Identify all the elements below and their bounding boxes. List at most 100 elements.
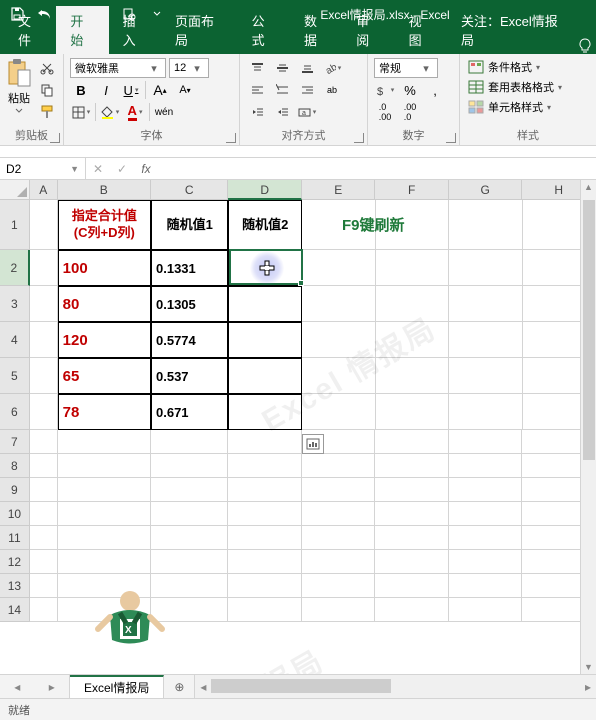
tab-insert[interactable]: 插入 xyxy=(109,6,161,54)
row-header[interactable]: 7 xyxy=(0,430,30,454)
cancel-formula-icon[interactable]: ✕ xyxy=(86,162,110,176)
cell-E[interactable] xyxy=(302,478,376,502)
cell-F[interactable] xyxy=(376,250,450,286)
cell-C[interactable] xyxy=(151,502,228,526)
align-right-icon[interactable] xyxy=(296,80,318,100)
increase-decimal-icon[interactable]: .0.00 xyxy=(374,102,396,122)
cell-E[interactable] xyxy=(302,550,376,574)
cell-F[interactable] xyxy=(376,358,450,394)
align-middle-icon[interactable] xyxy=(271,58,293,78)
cut-icon[interactable] xyxy=(36,58,58,78)
cell-F[interactable] xyxy=(376,286,450,322)
borders-button[interactable]: ▾ xyxy=(70,102,92,122)
vertical-scrollbar[interactable]: ▲ ▼ xyxy=(580,180,596,674)
cell-B[interactable] xyxy=(58,526,151,550)
cell-A[interactable] xyxy=(30,394,58,430)
cell-A[interactable] xyxy=(30,550,58,574)
cell-A[interactable] xyxy=(30,250,58,286)
paste-button[interactable]: 粘贴 xyxy=(6,58,32,113)
column-header-D[interactable]: D xyxy=(228,180,302,200)
cell-F[interactable] xyxy=(375,550,449,574)
cell-B[interactable] xyxy=(58,502,151,526)
cell-E[interactable] xyxy=(302,250,376,286)
cell-G[interactable] xyxy=(449,286,523,322)
copy-icon[interactable] xyxy=(36,80,58,100)
bold-button[interactable]: B xyxy=(70,80,92,100)
cell-B[interactable]: 120 xyxy=(58,322,151,358)
cell-A[interactable] xyxy=(30,286,58,322)
cell-D[interactable] xyxy=(228,526,302,550)
column-header-F[interactable]: F xyxy=(375,180,449,200)
cell-D[interactable] xyxy=(228,478,302,502)
cell-G[interactable] xyxy=(449,502,523,526)
cell-A[interactable] xyxy=(30,200,58,250)
row-header[interactable]: 9 xyxy=(0,478,30,502)
phonetic-button[interactable]: wén xyxy=(153,102,175,122)
cell-D[interactable] xyxy=(228,550,302,574)
cell-E[interactable]: F9键刷新 xyxy=(302,200,376,250)
cell-C[interactable]: 0.1305 xyxy=(151,286,228,322)
sheet-tab-active[interactable]: Excel情报局 xyxy=(70,675,164,698)
cell-G[interactable] xyxy=(449,574,523,598)
font-name-combo[interactable]: 微软雅黑▾ xyxy=(70,58,166,78)
decrease-decimal-icon[interactable]: .00.0 xyxy=(399,102,421,122)
horizontal-scroll-thumb[interactable] xyxy=(211,679,391,693)
cell-G[interactable] xyxy=(449,200,523,250)
fx-icon[interactable]: fx xyxy=(134,162,158,176)
shrink-font-button[interactable]: A▾ xyxy=(174,80,196,100)
cell-F[interactable] xyxy=(375,526,449,550)
cell-D[interactable] xyxy=(228,454,302,478)
wrap-text-button[interactable]: ab xyxy=(321,80,343,100)
row-header[interactable]: 1 xyxy=(0,200,30,250)
font-size-combo[interactable]: 12▾ xyxy=(169,58,209,78)
row-header[interactable]: 6 xyxy=(0,394,30,430)
format-painter-icon[interactable] xyxy=(36,102,58,122)
cell-D[interactable] xyxy=(228,598,302,622)
column-header-G[interactable]: G xyxy=(449,180,523,200)
cell-E[interactable] xyxy=(302,286,376,322)
cell-F[interactable] xyxy=(376,394,450,430)
cell-C[interactable] xyxy=(151,454,228,478)
cell-G[interactable] xyxy=(449,526,523,550)
tab-file[interactable]: 文件 xyxy=(4,6,56,54)
row-header[interactable]: 13 xyxy=(0,574,30,598)
enter-formula-icon[interactable]: ✓ xyxy=(110,162,134,176)
row-header[interactable]: 12 xyxy=(0,550,30,574)
select-all-button[interactable] xyxy=(0,180,30,200)
alignment-launcher-icon[interactable] xyxy=(354,133,364,143)
cell-C[interactable]: 0.537 xyxy=(151,358,228,394)
accounting-format-icon[interactable]: $▾ xyxy=(374,80,396,100)
cell-A[interactable] xyxy=(30,526,58,550)
cell-G[interactable] xyxy=(449,598,523,622)
cell-F[interactable] xyxy=(375,574,449,598)
tab-view[interactable]: 视图 xyxy=(395,6,447,54)
cell-A[interactable] xyxy=(30,454,58,478)
cell-E[interactable] xyxy=(302,598,376,622)
cell-styles-button[interactable]: 单元格样式 ▾ xyxy=(466,98,553,116)
cell-C[interactable]: 0.1331 xyxy=(151,250,228,286)
percent-format-icon[interactable]: % xyxy=(399,80,421,100)
cell-B[interactable] xyxy=(58,550,151,574)
cell-C[interactable] xyxy=(151,478,228,502)
tab-follow[interactable]: 关注：Excel情报局 xyxy=(447,6,574,54)
row-header[interactable]: 3 xyxy=(0,286,30,322)
cell-E[interactable] xyxy=(302,574,376,598)
cell-C[interactable] xyxy=(151,550,228,574)
horizontal-scrollbar[interactable]: ◂ ▸ xyxy=(194,675,596,698)
cell-E[interactable] xyxy=(302,526,376,550)
cell-C[interactable]: 随机值1 xyxy=(151,200,228,250)
tab-home[interactable]: 开始 xyxy=(56,6,108,54)
cell-B[interactable] xyxy=(58,454,151,478)
orientation-icon[interactable]: ab▾ xyxy=(321,58,343,78)
merge-center-button[interactable]: a▾ xyxy=(296,102,318,122)
cell-F[interactable] xyxy=(376,322,450,358)
clipboard-launcher-icon[interactable] xyxy=(50,133,60,143)
cell-D[interactable] xyxy=(228,286,302,322)
number-launcher-icon[interactable] xyxy=(446,133,456,143)
cell-D[interactable] xyxy=(228,322,302,358)
cell-A[interactable] xyxy=(30,358,58,394)
underline-button[interactable]: U▾ xyxy=(120,80,142,100)
font-launcher-icon[interactable] xyxy=(226,133,236,143)
font-color-button[interactable]: A▾ xyxy=(124,102,146,122)
align-top-icon[interactable] xyxy=(246,58,268,78)
